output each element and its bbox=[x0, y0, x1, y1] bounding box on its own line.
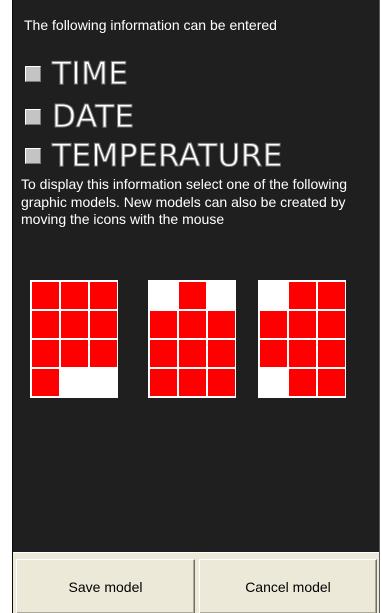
model-cell[interactable] bbox=[90, 282, 117, 309]
model-cell[interactable] bbox=[90, 340, 117, 367]
time-label: TIME bbox=[51, 56, 129, 92]
model-cell[interactable] bbox=[318, 311, 345, 338]
settings-panel: The following information can be entered… bbox=[12, 0, 380, 613]
model-cell[interactable] bbox=[61, 340, 88, 367]
description-text: To display this information select one o… bbox=[21, 176, 348, 227]
model-cell[interactable] bbox=[289, 340, 316, 367]
graphic-model-3[interactable] bbox=[258, 280, 346, 398]
option-time[interactable]: TIME bbox=[25, 56, 129, 92]
model-cell[interactable] bbox=[260, 340, 287, 367]
date-label: DATE bbox=[52, 99, 135, 135]
model-cell[interactable] bbox=[289, 369, 316, 396]
intro-text: The following information can be entered bbox=[24, 17, 277, 33]
graphic-model-2[interactable] bbox=[148, 280, 236, 398]
model-cell[interactable] bbox=[150, 340, 177, 367]
model-cell[interactable] bbox=[208, 369, 235, 396]
graphic-model-1[interactable] bbox=[30, 280, 118, 398]
model-cell[interactable] bbox=[61, 282, 88, 309]
model-cell[interactable] bbox=[318, 340, 345, 367]
model-cell[interactable] bbox=[289, 311, 316, 338]
date-checkbox[interactable] bbox=[25, 109, 41, 125]
save-model-button[interactable]: Save model bbox=[16, 559, 195, 613]
model-cell[interactable] bbox=[179, 311, 206, 338]
button-bar: Save model Cancel model bbox=[13, 552, 379, 613]
model-cell[interactable] bbox=[150, 369, 177, 396]
model-cell[interactable] bbox=[208, 311, 235, 338]
model-cell[interactable] bbox=[32, 282, 59, 309]
model-cell[interactable] bbox=[150, 311, 177, 338]
temperature-checkbox[interactable] bbox=[25, 148, 41, 164]
model-cell[interactable] bbox=[32, 340, 59, 367]
model-cell[interactable] bbox=[179, 340, 206, 367]
model-cell[interactable] bbox=[90, 311, 117, 338]
time-checkbox[interactable] bbox=[25, 66, 41, 82]
model-cell[interactable] bbox=[61, 311, 88, 338]
model-cell[interactable] bbox=[208, 340, 235, 367]
temperature-label: TEMPERATURE bbox=[52, 138, 283, 174]
model-cell[interactable] bbox=[32, 311, 59, 338]
model-cell[interactable] bbox=[179, 282, 206, 309]
model-cell[interactable] bbox=[289, 282, 316, 309]
model-cell[interactable] bbox=[32, 369, 59, 396]
cancel-model-button[interactable]: Cancel model bbox=[199, 559, 377, 613]
option-date[interactable]: DATE bbox=[25, 99, 135, 135]
model-cell[interactable] bbox=[179, 369, 206, 396]
model-cell[interactable] bbox=[318, 369, 345, 396]
model-cell[interactable] bbox=[318, 282, 345, 309]
model-cell[interactable] bbox=[260, 311, 287, 338]
option-temperature[interactable]: TEMPERATURE bbox=[25, 138, 283, 174]
